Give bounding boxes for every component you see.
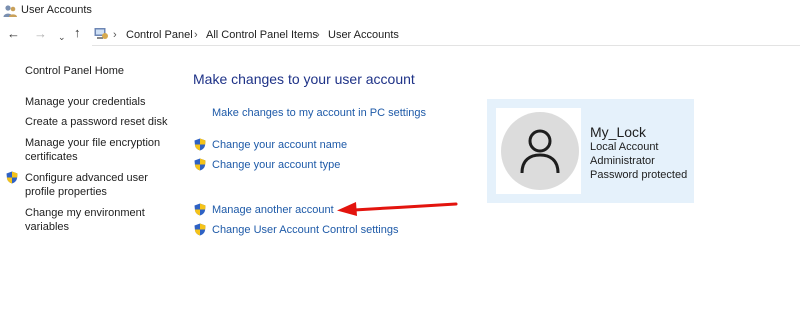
- uac-shield-icon: [6, 171, 18, 184]
- manage-another-account-link[interactable]: Manage another account: [212, 204, 334, 216]
- sidebar-item-password-reset[interactable]: Create a password reset disk: [25, 115, 185, 129]
- red-arrow-annotation: [337, 202, 458, 216]
- sidebar-home-link[interactable]: Control Panel Home: [25, 64, 185, 78]
- recent-locations-button[interactable]: ⌄: [58, 30, 66, 44]
- page-title: Make changes to your user account: [193, 71, 415, 87]
- address-bar[interactable]: [92, 25, 800, 46]
- control-panel-icon: [94, 28, 108, 39]
- breadcrumb-separator[interactable]: ›: [113, 29, 117, 41]
- back-button[interactable]: ←: [7, 27, 20, 41]
- change-account-type-link[interactable]: Change your account type: [212, 159, 340, 171]
- password-status: Password protected: [590, 169, 688, 181]
- sidebar-item-advanced-profile[interactable]: Configure advanced user profile properti…: [25, 171, 165, 199]
- account-name: My_Lock: [590, 124, 647, 140]
- change-account-name-link[interactable]: Change your account name: [212, 139, 347, 151]
- uac-shield-icon: [194, 203, 206, 216]
- breadcrumb-control-panel[interactable]: Control Panel: [126, 29, 193, 41]
- pc-settings-link[interactable]: Make changes to my account in PC setting…: [212, 107, 426, 119]
- uac-shield-icon: [194, 223, 206, 236]
- forward-button[interactable]: →: [34, 27, 47, 41]
- account-role: Administrator: [590, 155, 655, 167]
- breadcrumb-separator[interactable]: ›: [316, 29, 320, 41]
- uac-settings-link[interactable]: Change User Account Control settings: [212, 224, 399, 236]
- account-type: Local Account: [590, 141, 659, 153]
- user-accounts-icon: [3, 5, 17, 17]
- window-title: User Accounts: [21, 4, 92, 16]
- title-bar: User Accounts: [0, 0, 800, 22]
- user-icon: [520, 129, 560, 174]
- sidebar-item-environment[interactable]: Change my environment variables: [25, 206, 155, 234]
- breadcrumb-user-accounts[interactable]: User Accounts: [328, 29, 399, 41]
- up-button[interactable]: ↑: [74, 26, 81, 40]
- uac-shield-icon: [194, 158, 206, 171]
- sidebar-item-credentials[interactable]: Manage your credentials: [25, 95, 185, 109]
- breadcrumb-separator[interactable]: ›: [194, 29, 198, 41]
- uac-shield-icon: [194, 138, 206, 151]
- sidebar-item-encryption[interactable]: Manage your file encryption certificates: [25, 136, 165, 164]
- breadcrumb-all-items[interactable]: All Control Panel Items: [206, 29, 318, 41]
